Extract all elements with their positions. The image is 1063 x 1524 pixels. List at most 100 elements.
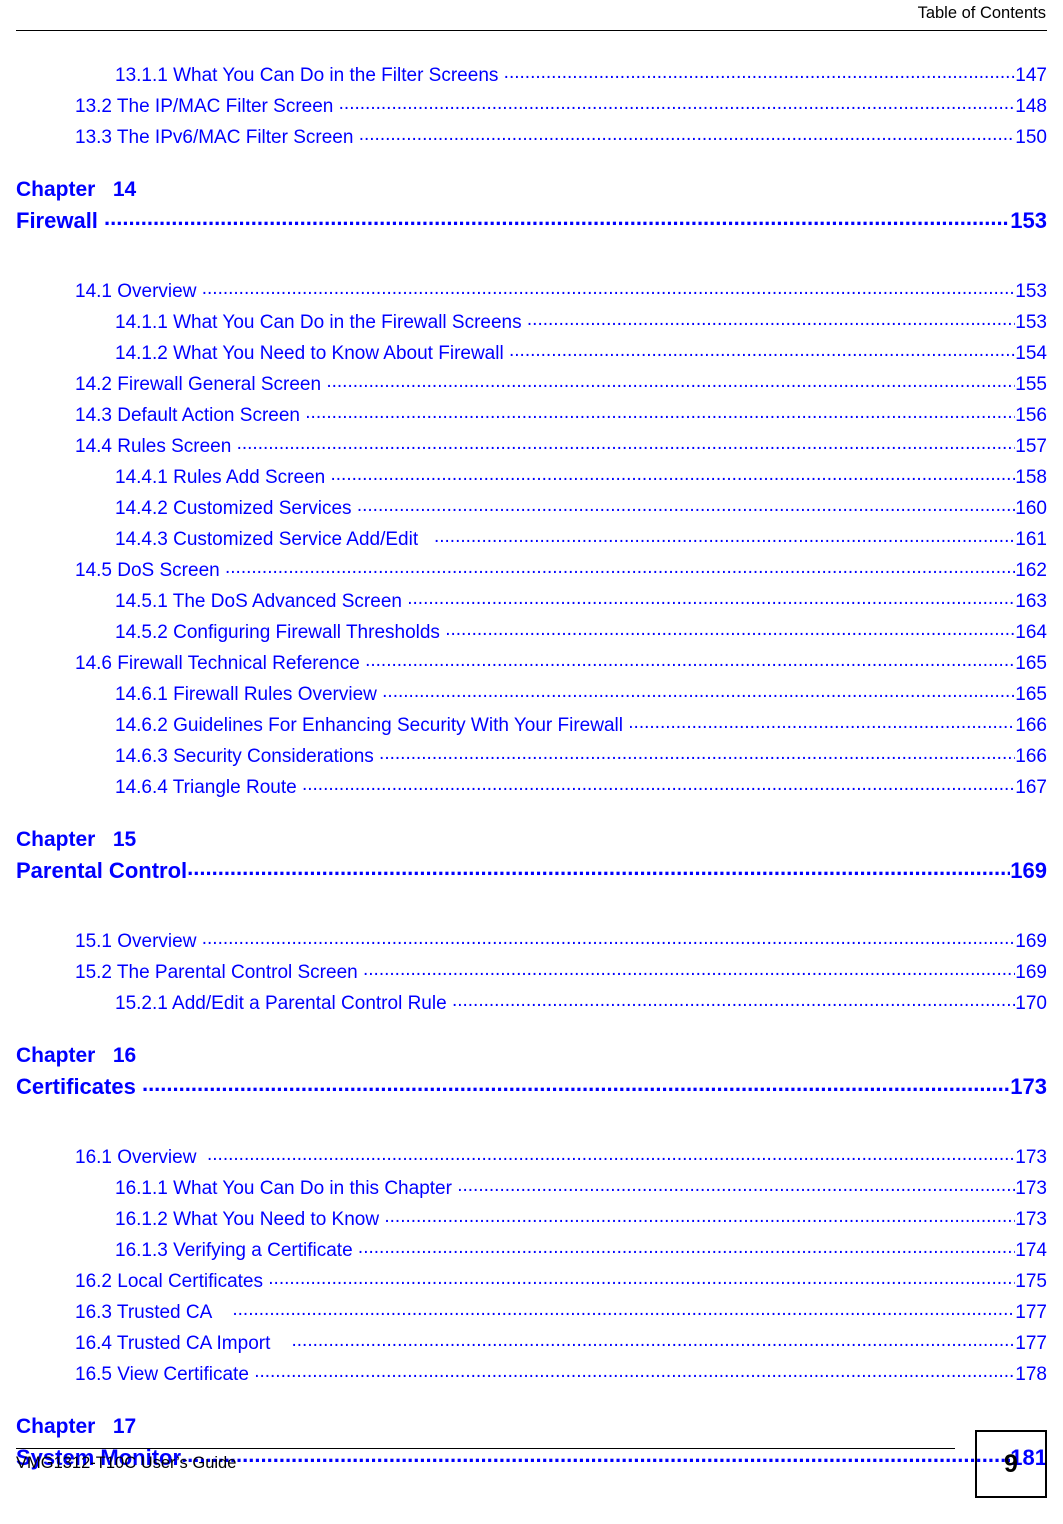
toc-dot-leader: ........................................… [433, 526, 1015, 547]
toc-entry[interactable]: 14.3 Default Action Screen .............… [16, 400, 1047, 431]
toc-dot-leader: ........................................… [305, 402, 1015, 423]
toc-chapter-heading[interactable]: Chapter 15 Parental Control..............… [16, 825, 1047, 887]
toc-entry-page-number: 155 [1015, 374, 1047, 395]
toc-entry[interactable]: 16.1 Overview ..........................… [16, 1142, 1047, 1173]
table-of-contents: 13.1.1 What You Can Do in the Filter Scr… [16, 60, 1047, 1496]
toc-entry[interactable]: 14.4 Rules Screen ......................… [16, 431, 1047, 462]
toc-entry-label: 16.1.2 What You Need to Know [115, 1209, 385, 1230]
chapter-title: Parental Control [16, 858, 188, 883]
toc-entry-page-number: 166 [1015, 746, 1047, 767]
toc-dot-leader: ........................................… [508, 340, 1016, 361]
toc-dot-leader: ........................................… [503, 62, 1016, 83]
toc-entry-label: 16.2 Local Certificates [75, 1271, 269, 1292]
toc-entry-page-number: 160 [1015, 498, 1047, 519]
toc-entry-page-number: 165 [1015, 684, 1047, 705]
toc-entry-label: 14.6 Firewall Technical Reference [75, 653, 366, 674]
toc-entry[interactable]: 14.6.4 Triangle Route ..................… [16, 772, 1047, 803]
toc-entry[interactable]: 16.5 View Certificate ..................… [16, 1359, 1047, 1390]
toc-dot-leader: ........................................… [236, 433, 1016, 454]
toc-entry-page-number: 173 [1015, 1147, 1047, 1168]
toc-chapter-heading[interactable]: Chapter 14 Firewall .....................… [16, 175, 1047, 237]
toc-entry[interactable]: 16.1.2 What You Need to Know ...........… [16, 1204, 1047, 1235]
toc-dot-leader: ........................................… [358, 124, 1016, 145]
toc-entry[interactable]: 14.5 DoS Screen ........................… [16, 555, 1047, 586]
toc-entry-page-number: 157 [1015, 436, 1047, 457]
toc-entry[interactable]: 16.2 Local Certificates ................… [16, 1266, 1047, 1297]
toc-chapter-heading[interactable]: Chapter 16 Certificates .................… [16, 1041, 1047, 1103]
toc-entry[interactable]: 14.5.2 Configuring Firewall Thresholds .… [16, 617, 1047, 648]
toc-dot-leader: ........................................… [382, 681, 1016, 702]
toc-entry[interactable]: 15.1 Overview ..........................… [16, 926, 1047, 957]
toc-entry[interactable]: 14.6.3 Security Considerations .........… [16, 741, 1047, 772]
toc-entry[interactable]: 14.1 Overview ..........................… [16, 276, 1047, 307]
toc-dot-leader: ........................................… [207, 1144, 1015, 1165]
toc-entry-label: 14.6.3 Security Considerations [115, 746, 380, 767]
toc-entry-label: 15.2 The Parental Control Screen [75, 962, 363, 983]
header-title: Table of Contents [917, 4, 1046, 22]
chapter-page-number: 169 [1010, 858, 1047, 883]
toc-entry-page-number: 158 [1015, 467, 1047, 488]
toc-entry-label: 14.1 Overview [75, 281, 202, 302]
toc-dot-leader: ........................................… [104, 205, 1010, 230]
toc-entry[interactable]: 16.3 Trusted CA ........................… [16, 1297, 1047, 1328]
chapter-title-row[interactable]: Parental Control........................… [16, 855, 1047, 887]
toc-page: Table of Contents 13.1.1 What You Can Do… [0, 0, 1063, 1524]
toc-entry[interactable]: 13.1.1 What You Can Do in the Filter Scr… [16, 60, 1047, 91]
toc-entry[interactable]: 13.2 The IP/MAC Filter Screen ..........… [16, 91, 1047, 122]
toc-entry-page-number: 148 [1015, 96, 1047, 117]
toc-entry[interactable]: 15.2 The Parental Control Screen .......… [16, 957, 1047, 988]
toc-dot-leader: ........................................… [365, 650, 1016, 671]
toc-entry-label: 16.1.3 Verifying a Certificate [115, 1240, 358, 1261]
toc-entry[interactable]: 16.4 Trusted CA Import .................… [16, 1328, 1047, 1359]
toc-dot-leader: ........................................… [356, 495, 1016, 516]
toc-entry-label: 15.2.1 Add/Edit a Parental Control Rule [115, 993, 452, 1014]
toc-dot-leader: ........................................… [201, 278, 1016, 299]
toc-dot-leader: ........................................… [526, 309, 1015, 330]
toc-entry[interactable]: 13.3 The IPv6/MAC Filter Screen ........… [16, 122, 1047, 153]
toc-entry[interactable]: 14.4.3 Customized Service Add/Edit .....… [16, 524, 1047, 555]
toc-entry[interactable]: 15.2.1 Add/Edit a Parental Control Rule … [16, 988, 1047, 1019]
toc-dot-leader: ........................................… [457, 1175, 1015, 1196]
toc-entry-label: 16.1 Overview [75, 1147, 207, 1168]
toc-entry[interactable]: 14.4.1 Rules Add Screen ................… [16, 462, 1047, 493]
toc-entry-label: 14.5.2 Configuring Firewall Thresholds [115, 622, 446, 643]
toc-entry-page-number: 173 [1015, 1209, 1047, 1230]
toc-entry[interactable]: 14.1.1 What You Can Do in the Firewall S… [16, 307, 1047, 338]
chapter-page-number: 173 [1010, 1074, 1047, 1099]
toc-entry[interactable]: 14.6 Firewall Technical Reference ......… [16, 648, 1047, 679]
toc-dot-leader: ........................................… [187, 855, 1010, 880]
toc-entry[interactable]: 16.1.1 What You Can Do in this Chapter .… [16, 1173, 1047, 1204]
toc-entry[interactable]: 14.2 Firewall General Screen ...........… [16, 369, 1047, 400]
toc-entry-page-number: 169 [1015, 931, 1047, 952]
toc-dot-leader: ........................................… [451, 990, 1015, 1011]
toc-entry-page-number: 153 [1015, 312, 1047, 333]
chapter-title-row[interactable]: Firewall ...............................… [16, 205, 1047, 237]
header-divider [16, 30, 1047, 31]
toc-entry-page-number: 150 [1015, 127, 1047, 148]
toc-dot-leader: ........................................… [363, 959, 1016, 980]
toc-entry-label: 14.1.2 What You Need to Know About Firew… [115, 343, 509, 364]
toc-entry-label: 14.5 DoS Screen [75, 560, 225, 581]
toc-entry-label: 16.1.1 What You Can Do in this Chapter [115, 1178, 458, 1199]
toc-entry-label: 14.2 Firewall General Screen [75, 374, 327, 395]
toc-entry[interactable]: 14.6.2 Guidelines For Enhancing Security… [16, 710, 1047, 741]
toc-entry[interactable]: 14.1.2 What You Need to Know About Firew… [16, 338, 1047, 369]
toc-entry-page-number: 147 [1015, 65, 1047, 86]
toc-entry-page-number: 163 [1015, 591, 1047, 612]
toc-entry[interactable]: 14.5.1 The DoS Advanced Screen .........… [16, 586, 1047, 617]
toc-entry-label: 14.5.1 The DoS Advanced Screen [115, 591, 408, 612]
toc-entry-label: 16.3 Trusted CA [75, 1302, 233, 1323]
toc-entry[interactable]: 16.1.3 Verifying a Certificate .........… [16, 1235, 1047, 1266]
toc-dot-leader: ........................................… [201, 928, 1016, 949]
toc-entry-page-number: 170 [1015, 993, 1047, 1014]
toc-entry-page-number: 174 [1015, 1240, 1047, 1261]
toc-entry[interactable]: 14.6.1 Firewall Rules Overview .........… [16, 679, 1047, 710]
chapter-title-row[interactable]: Certificates ...........................… [16, 1071, 1047, 1103]
toc-entry[interactable]: 14.4.2 Customized Services .............… [16, 493, 1047, 524]
footer-page-number: 9 [1004, 1449, 1018, 1478]
toc-entry-page-number: 161 [1015, 529, 1047, 550]
toc-entry-label: 13.3 The IPv6/MAC Filter Screen [75, 127, 359, 148]
toc-dot-leader: ........................................… [291, 1330, 1016, 1351]
toc-entry-label: 14.4.2 Customized Services [115, 498, 357, 519]
toc-entry-page-number: 169 [1015, 962, 1047, 983]
